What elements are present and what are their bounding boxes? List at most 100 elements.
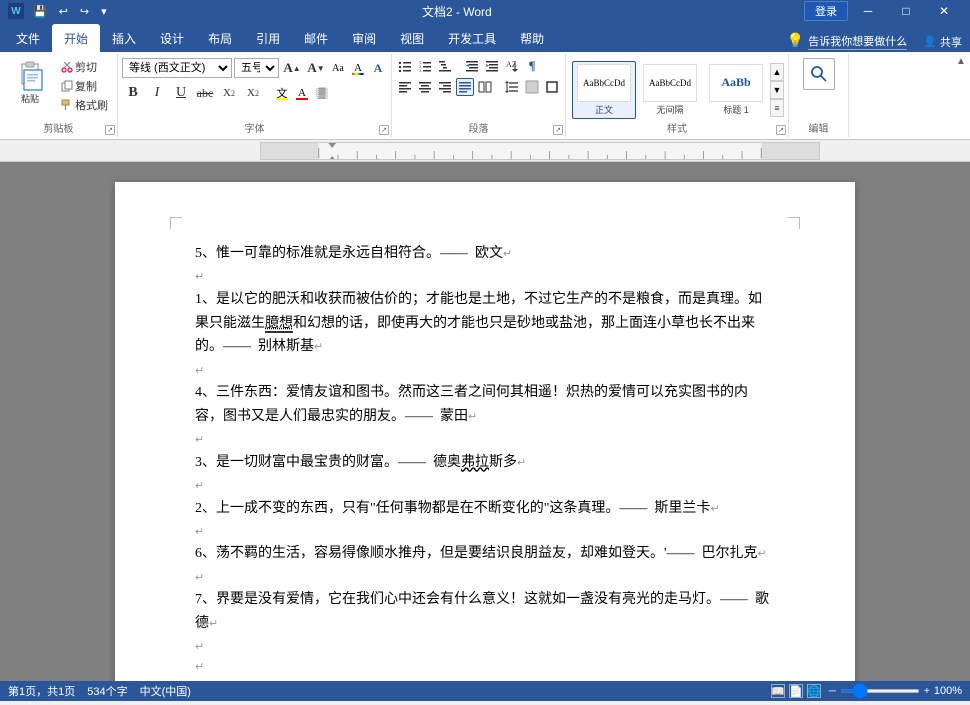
highlight-color-button[interactable]: 文 [273, 84, 291, 102]
empty-para-8[interactable]: ↵ [195, 658, 775, 678]
font-name-select[interactable]: 等线 (西文正文) [122, 58, 232, 78]
shrink-font-button[interactable]: A▼ [305, 57, 327, 79]
font-expand[interactable]: ↗ [379, 125, 389, 135]
login-button[interactable]: 登录 [804, 1, 848, 21]
font-row-1: 等线 (西文正文) 五号 初号 小初 一号 小一 二号 小二 三号 小三 [122, 57, 387, 79]
tab-design[interactable]: 设计 [148, 24, 196, 52]
align-right-button[interactable] [436, 78, 454, 96]
show-marks-button[interactable]: ¶ [523, 57, 541, 75]
empty-para-6[interactable]: ↵ [195, 568, 775, 588]
web-layout-button[interactable]: 🌐 [807, 684, 821, 698]
font-size-select[interactable]: 五号 初号 小初 一号 小一 二号 小二 三号 小三 四号 小四 五号 [234, 58, 279, 78]
para-2[interactable]: 2、上一成不变的东西，只有"任何事物都是在不断变化的"这条真理。—— 斯里兰卡↵ [195, 497, 775, 521]
para-1[interactable]: 1、是以它的肥沃和收获而被估价的；才能也是土地，不过它生产的不是粮食，而是真理。… [195, 288, 775, 359]
subscript-button[interactable]: X2 [218, 82, 240, 104]
quick-save-button[interactable]: 💾 [30, 4, 50, 19]
clipboard-expand[interactable]: ↗ [105, 125, 115, 135]
style-heading1[interactable]: AaBb 标题 1 [704, 61, 768, 119]
cut-button[interactable]: 剪切 [58, 58, 111, 76]
empty-para-2[interactable]: ↵ [195, 361, 775, 381]
style-scroll-down[interactable]: ▼ [770, 81, 784, 99]
tab-developer[interactable]: 开发工具 [436, 24, 508, 52]
collapse-ribbon-button[interactable]: ▲ [954, 54, 968, 68]
empty-para-4[interactable]: ↵ [195, 477, 775, 497]
ribbon-tabs: 文件 开始 插入 设计 布局 引用 邮件 审阅 视图 开发工具 帮助 💡 告诉我… [0, 22, 970, 52]
italic-button[interactable]: I [146, 82, 168, 104]
grow-font-button[interactable]: A▲ [281, 57, 303, 79]
format-painter-button[interactable]: 格式刷 [58, 96, 111, 114]
empty-para-5[interactable]: ↵ [195, 522, 775, 542]
tab-view[interactable]: 视图 [388, 24, 436, 52]
language[interactable]: 中文(中国) [140, 683, 191, 699]
para-4[interactable]: 4、三件东西：爱情友谊和图书。然而这三者之间何其相遥！炽热的爱情可以充实图书的内… [195, 381, 775, 429]
style-expand[interactable]: ≡ [770, 99, 784, 117]
doc-content[interactable]: 5、惟一可靠的标准就是永远自相符合。—— 欧文↵ ↵ 1、是以它的肥沃和收获而被… [195, 242, 775, 678]
clear-format-button[interactable]: A [349, 59, 367, 77]
change-case-button[interactable]: Aa [329, 59, 347, 77]
justify-button[interactable] [456, 78, 474, 96]
multilevel-list-button[interactable] [436, 57, 454, 75]
shading-button[interactable]: ▒ [313, 84, 331, 102]
increase-indent-button[interactable] [483, 57, 501, 75]
para-6[interactable]: 6、荡不羁的生活，容易得像顺水推舟，但是要结识良朋益友，却难如登天。'—— 巴尔… [195, 542, 775, 566]
tab-mailings[interactable]: 邮件 [292, 24, 340, 52]
bold-button[interactable]: B [122, 82, 144, 104]
page[interactable]: 5、惟一可靠的标准就是永远自相符合。—— 欧文↵ ↵ 1、是以它的肥沃和收获而被… [115, 182, 855, 681]
column-layout-button[interactable] [476, 78, 494, 96]
superscript-button[interactable]: X2 [242, 82, 264, 104]
bullets-button[interactable] [396, 57, 414, 75]
customize-qat-button[interactable]: ▾ [98, 4, 110, 19]
numbering-button[interactable]: 1.2.3. [416, 57, 434, 75]
underline-button[interactable]: U [170, 82, 192, 104]
tab-help[interactable]: 帮助 [508, 24, 556, 52]
find-button[interactable] [803, 58, 835, 90]
border-button[interactable] [543, 78, 561, 96]
close-button[interactable]: ✕ [926, 0, 962, 22]
empty-1-mark: ↵ [195, 268, 204, 287]
zoom-level[interactable]: 100% [934, 685, 962, 697]
style-scroll-up[interactable]: ▲ [770, 63, 784, 81]
maximize-button[interactable]: □ [888, 0, 924, 22]
print-layout-button[interactable]: 📄 [789, 684, 803, 698]
tab-review[interactable]: 审阅 [340, 24, 388, 52]
redo-button[interactable]: ↪ [77, 4, 92, 19]
share-button[interactable]: 👤 共享 [923, 34, 962, 50]
shading-para-button[interactable] [523, 78, 541, 96]
document-area[interactable]: 5、惟一可靠的标准就是永远自相符合。—— 欧文↵ ↵ 1、是以它的肥沃和收获而被… [0, 162, 970, 681]
para-expand[interactable]: ↗ [553, 125, 563, 135]
empty-para-7[interactable]: ↵ [195, 638, 775, 658]
tell-me[interactable]: 告诉我你想要做什么 [808, 33, 907, 50]
styles-expand[interactable]: ↗ [776, 125, 786, 135]
para-7[interactable]: 7、界要是没有爱情，它在我们心中还会有什么意义！这就如一盏没有亮光的走马灯。——… [195, 588, 775, 636]
decrease-indent-button[interactable] [463, 57, 481, 75]
sort-button[interactable]: AZ [503, 57, 521, 75]
para-5[interactable]: 5、惟一可靠的标准就是永远自相符合。—— 欧文↵ [195, 242, 775, 266]
page-count[interactable]: 第1页，共1页 [8, 683, 75, 699]
word-count[interactable]: 534个字 [87, 683, 127, 699]
strikethrough-button[interactable]: abc [194, 82, 216, 104]
zoom-slider[interactable] [840, 689, 920, 693]
tab-references[interactable]: 引用 [244, 24, 292, 52]
group-paragraph: 1.2.3. AZ [392, 54, 566, 137]
text-effects-button[interactable]: A [369, 59, 387, 77]
align-center-button[interactable] [416, 78, 434, 96]
paste-button[interactable]: 粘贴 [8, 58, 52, 107]
align-left-button[interactable] [396, 78, 414, 96]
tab-layout[interactable]: 布局 [196, 24, 244, 52]
para-3[interactable]: 3、是一切财富中最宝贵的财富。—— 德奥弗拉斯多↵ [195, 451, 775, 475]
tab-file[interactable]: 文件 [4, 24, 52, 52]
undo-button[interactable]: ↩ [56, 4, 71, 19]
style-normal[interactable]: AaBbCcDd 正文 [572, 61, 636, 119]
line-spacing-button[interactable] [503, 78, 521, 96]
group-styles: AaBbCcDd 正文 AaBbCcDd 无间隔 AaBb [566, 54, 789, 137]
tab-home[interactable]: 开始 [52, 24, 100, 52]
empty-para-1[interactable]: ↵ [195, 268, 775, 288]
copy-button[interactable]: 复制 [58, 77, 111, 95]
empty-para-3[interactable]: ↵ [195, 431, 775, 451]
font-color-button[interactable]: A [293, 84, 311, 102]
tab-insert[interactable]: 插入 [100, 24, 148, 52]
style-no-spacing[interactable]: AaBbCcDd 无间隔 [638, 61, 702, 119]
read-mode-button[interactable]: 📖 [771, 684, 785, 698]
minimize-button[interactable]: ─ [850, 0, 886, 22]
copy-icon [61, 80, 73, 92]
